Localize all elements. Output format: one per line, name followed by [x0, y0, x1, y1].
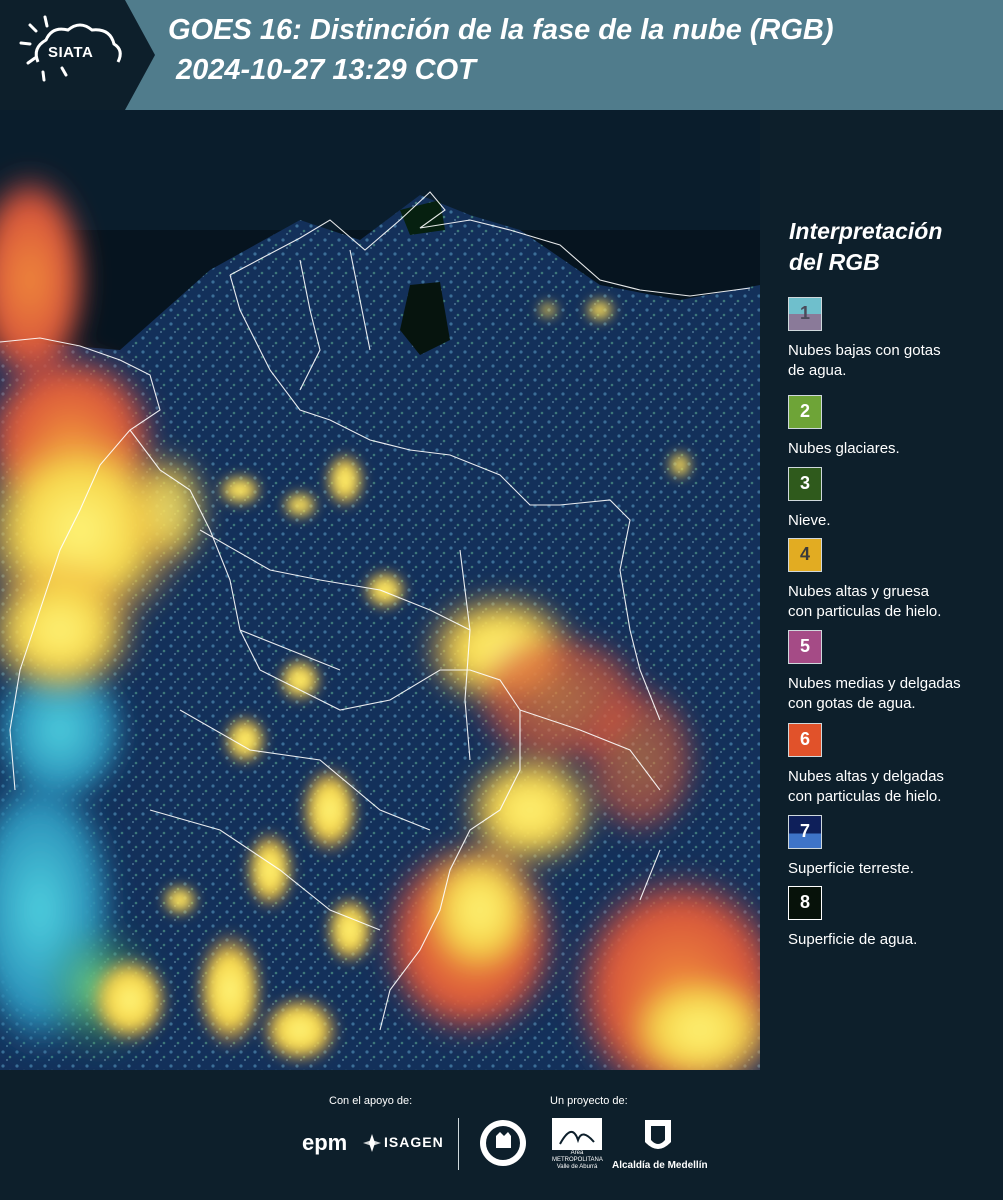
metro-line2: METROPOLITANA	[552, 1157, 603, 1163]
siata-logo: SIATA	[0, 0, 155, 110]
metro-line3: Valle de Aburrá	[556, 1164, 598, 1170]
legend-swatch: 3	[788, 467, 822, 501]
logo-text: SIATA	[48, 44, 94, 61]
legend-label-line2: con particulas de hielo.	[788, 603, 942, 620]
legend-label: Superficie de agua.	[788, 930, 1003, 950]
legend-title-line1: Interpretación	[789, 218, 943, 244]
legend-item-8: 8 Superficie de agua.	[788, 886, 1003, 950]
footer-divider	[458, 1118, 459, 1170]
legend-swatch: 2	[788, 395, 822, 429]
legend-label: Nubes bajas con gotas de agua.	[788, 341, 1003, 381]
legend-number: 1	[799, 303, 810, 323]
legend-label: Superficie terreste.	[788, 859, 1003, 879]
legend-label-line1: Nubes bajas con gotas	[788, 342, 941, 359]
legend-label-line1: Nubes altas y delgadas	[788, 768, 944, 785]
legend-number: 5	[799, 636, 810, 656]
page-timestamp: 2024-10-27 13:29 COT	[176, 54, 476, 86]
legend-label: Nubes altas y gruesa con particulas de h…	[788, 582, 1003, 622]
footer: Con el apoyo de: Un proyecto de: epm ISA…	[0, 1070, 1003, 1200]
legend-title-line2: del RGB	[789, 249, 880, 275]
legend-item-4: 4 Nubes altas y gruesa con particulas de…	[788, 538, 1003, 622]
legend-number: 3	[799, 473, 810, 493]
isagen-logo: ISAGEN	[384, 1134, 444, 1150]
legend-swatch: 7	[788, 815, 822, 849]
legend-swatch: 6	[788, 723, 822, 757]
metro-line1: Área	[570, 1150, 584, 1156]
alcaldia-label: Alcaldía de Medellín	[612, 1160, 708, 1171]
legend-swatch: 5	[788, 630, 822, 664]
legend-label: Nubes glaciares.	[788, 439, 1003, 459]
legend-item-1: 1 Nubes bajas con gotas de agua.	[788, 297, 1003, 381]
legend-label-line1: Nubes glaciares.	[788, 440, 900, 457]
legend-label-line1: Nieve.	[788, 512, 831, 529]
legend-item-5: 5 Nubes medias y delgadas con gotas de a…	[788, 630, 1003, 714]
support-label: Con el apoyo de:	[329, 1095, 413, 1107]
page-title: GOES 16: Distinción de la fase de la nub…	[168, 14, 834, 46]
legend-title: Interpretación del RGB	[789, 216, 942, 278]
legend-label: Nubes altas y delgadas con particulas de…	[788, 767, 1003, 807]
seal-icon	[480, 1120, 526, 1166]
legend-panel: Interpretación del RGB 1 Nubes bajas con…	[760, 110, 1003, 1070]
legend-label: Nieve.	[788, 511, 1003, 531]
legend-item-6: 6 Nubes altas y delgadas con particulas …	[788, 723, 1003, 807]
legend-swatch: 8	[788, 886, 822, 920]
legend-swatch: 1	[788, 297, 822, 331]
project-label: Un proyecto de:	[550, 1095, 628, 1107]
legend-number: 8	[799, 892, 810, 912]
legend-number: 6	[799, 729, 810, 749]
legend-label: Nubes medias y delgadas con gotas de agu…	[788, 674, 1003, 714]
legend-item-7: 7 Superficie terreste.	[788, 815, 1003, 879]
legend-item-2: 2 Nubes glaciares.	[788, 395, 1003, 459]
satellite-image	[0, 110, 760, 1070]
legend-label-line1: Superficie terreste.	[788, 860, 914, 877]
legend-number: 7	[799, 821, 810, 841]
legend-label-line2: con particulas de hielo.	[788, 788, 942, 805]
area-metropolitana-logo	[552, 1118, 602, 1150]
header: SIATA GOES 16: Distinción de la fase de …	[0, 0, 1003, 110]
isagen-icon	[363, 1134, 381, 1152]
legend-label-line1: Superficie de agua.	[788, 931, 918, 948]
legend-label-line1: Nubes altas y gruesa	[788, 583, 929, 600]
epm-logo: epm	[302, 1130, 348, 1155]
legend-item-3: 3 Nieve.	[788, 467, 1003, 531]
satellite-map[interactable]	[0, 110, 760, 1070]
alcaldia-shield-icon	[645, 1120, 671, 1149]
legend-number: 2	[799, 401, 810, 421]
legend-label-line1: Nubes medias y delgadas	[788, 675, 961, 692]
legend-swatch: 4	[788, 538, 822, 572]
legend-number: 4	[799, 544, 810, 564]
legend-label-line2: con gotas de agua.	[788, 695, 916, 712]
metro-text: Área METROPOLITANA Valle de Aburrá	[552, 1150, 603, 1171]
legend-label-line2: de agua.	[788, 362, 847, 379]
